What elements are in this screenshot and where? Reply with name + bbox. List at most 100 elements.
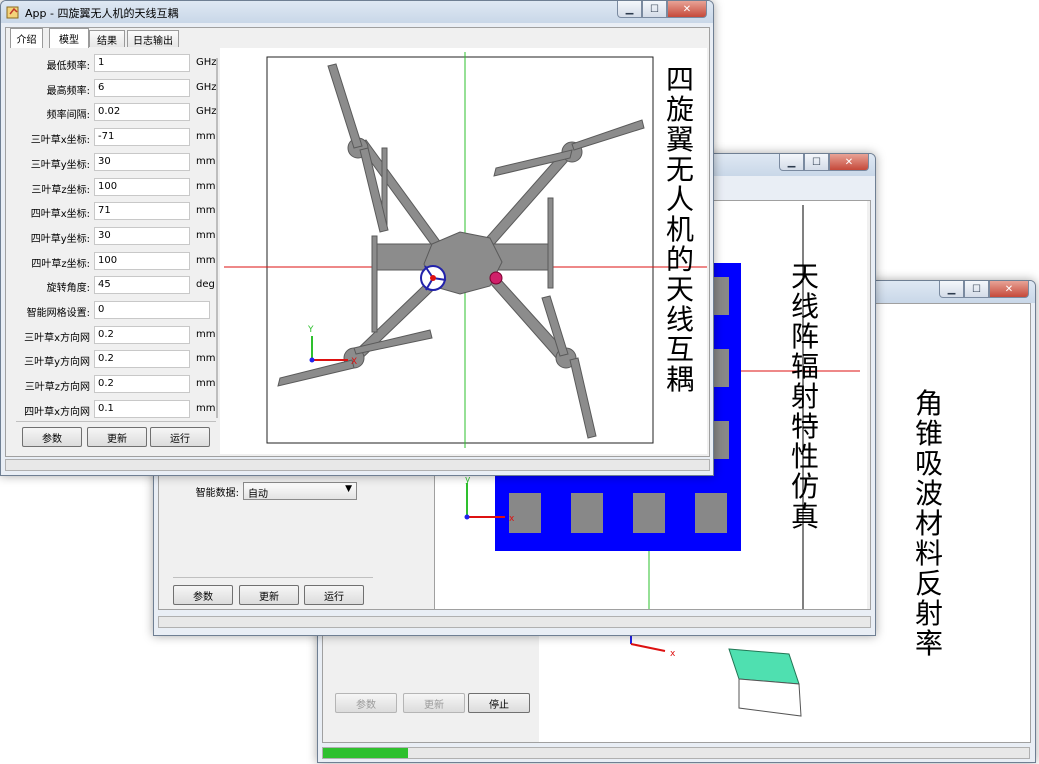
window-controls: ▁ ☐ ✕ [617,1,707,19]
param-label: 最高频率: [46,85,90,97]
param-unit: mm [196,378,216,390]
tab-intro[interactable]: 介绍 [10,28,43,48]
minimize-button[interactable]: ▁ [779,154,804,171]
window-controls: ▁ ☐ ✕ [779,154,869,172]
param-input[interactable]: 100 [94,177,190,196]
param-label: 四叶草x方向网 [24,406,90,418]
param-unit: mm [196,353,216,365]
param-input[interactable]: 100 [94,251,190,270]
param-unit: deg [196,279,215,291]
param-input[interactable]: -71 [94,128,190,147]
maximize-button[interactable]: ☐ [804,154,829,171]
three-leaf-antenna [420,265,447,291]
update-button[interactable]: 更新 [239,585,299,605]
param-input[interactable]: 71 [94,202,190,221]
svg-text:x: x [509,514,515,524]
window-drone-coupling: App - 四旋翼无人机的天线互耦 ▁ ☐ ✕ 介绍 模型 结果 日志输出 最低… [0,0,714,476]
status-bar [158,616,871,628]
maximize-button[interactable]: ☐ [964,281,989,298]
run-button[interactable]: 运行 [150,427,210,447]
param-unit: mm [196,180,216,192]
param-unit: GHz [196,81,217,93]
param-input[interactable]: 0.1 [94,399,190,418]
param-input[interactable]: 1 [94,54,190,72]
param-label: 智能网格设置: [26,308,90,319]
param-input[interactable]: 45 [94,276,190,295]
param-input[interactable]: 30 [94,152,190,171]
param-unit: GHz [196,106,217,118]
param-unit: mm [196,229,216,241]
progress-fill [323,748,408,758]
param-scrollbar[interactable] [216,58,218,418]
tab-strip: 介绍 模型 结果 日志输出 [10,28,210,48]
progress-bar [322,747,1030,759]
param-unit: mm [196,402,216,414]
param-label: 四叶草y坐标: [30,233,90,245]
param-input[interactable]: 30 [94,226,190,245]
update-button[interactable]: 更新 [87,427,147,447]
param-label: 三叶草y坐标: [30,159,90,171]
param-unit: mm [196,155,216,167]
tab-model[interactable]: 模型 [49,28,89,48]
param-label: 三叶草z方向网 [24,382,90,394]
param-label: 三叶草x坐标: [30,135,90,147]
close-button[interactable]: ✕ [667,1,707,18]
update-button[interactable]: 更新 [403,693,465,713]
param-input[interactable]: 0 [94,301,210,319]
param-unit: GHz [196,57,217,68]
param-divider [16,421,216,422]
smart-data-select[interactable]: 自动 ▼ [243,482,357,500]
axis-triad: x [630,634,676,659]
drone-model [277,63,645,439]
app-icon [6,5,20,19]
tab-results[interactable]: 结果 [89,30,125,47]
viewport-3d[interactable]: Y X [220,48,707,454]
x-axis-label: X [351,357,357,367]
param-unit: mm [196,205,216,217]
four-leaf-antenna [489,271,503,285]
maximize-button[interactable]: ☐ [642,1,667,18]
caption-absorber: 角锥吸波材料反射率 [914,387,943,660]
minimize-button[interactable]: ▁ [617,1,642,18]
svg-text:x: x [670,649,676,659]
absorber-pyramid [728,648,802,717]
chevron-down-icon: ▼ [345,484,352,494]
svg-text:y: y [465,475,471,485]
left-panel-divider [173,577,373,578]
stop-button[interactable]: 停止 [468,693,530,713]
y-axis-label: Y [307,325,314,335]
run-button[interactable]: 运行 [304,585,364,605]
window-drone-client: 介绍 模型 结果 日志输出 最低频率: 1 GHz 最高频率: 6 GHz 频率间隔: 0.0… [5,27,710,457]
param-label: 四叶草z坐标: [31,258,90,270]
tab-log-output[interactable]: 日志输出 [127,30,179,47]
param-label: 最低频率: [46,61,90,72]
param-unit: mm [196,254,216,266]
smart-data-value: 自动 [248,489,268,500]
close-button[interactable]: ✕ [989,281,1029,298]
minimize-button[interactable]: ▁ [939,281,964,298]
param-input[interactable]: 6 [94,78,190,97]
param-input[interactable]: 0.02 [94,103,190,122]
status-bar [5,459,710,471]
param-panel: 最低频率: 1 GHz 最高频率: 6 GHz 频率间隔: 0.02 GHz 三叶草x坐标: -71… [8,48,218,454]
drone-scene: Y X [224,52,707,448]
caption-drone: 四旋翼无人机的天线互耦 [665,63,694,396]
param-unit: mm [196,328,216,340]
param-input[interactable]: 0.2 [94,325,190,344]
params-button[interactable]: 参数 [173,585,233,605]
param-label: 频率间隔: [46,110,90,122]
smart-data-label: 智能数据: [195,488,239,499]
param-label: 旋转角度: [46,283,90,295]
param-label: 四叶草x坐标: [30,209,90,221]
window-controls: ▁ ☐ ✕ [939,281,1029,299]
param-input[interactable]: 0.2 [94,350,190,369]
param-label: 三叶草z坐标: [31,184,90,196]
window-title: App - 四旋翼无人机的天线互耦 [25,7,179,20]
params-button[interactable]: 参数 [335,693,397,713]
param-unit: mm [196,131,216,143]
params-button[interactable]: 参数 [22,427,82,447]
param-input[interactable]: 0.2 [94,375,190,394]
param-label: 三叶草x方向网 [24,332,90,344]
param-label: 三叶草y方向网 [24,357,90,369]
close-button[interactable]: ✕ [829,154,869,171]
